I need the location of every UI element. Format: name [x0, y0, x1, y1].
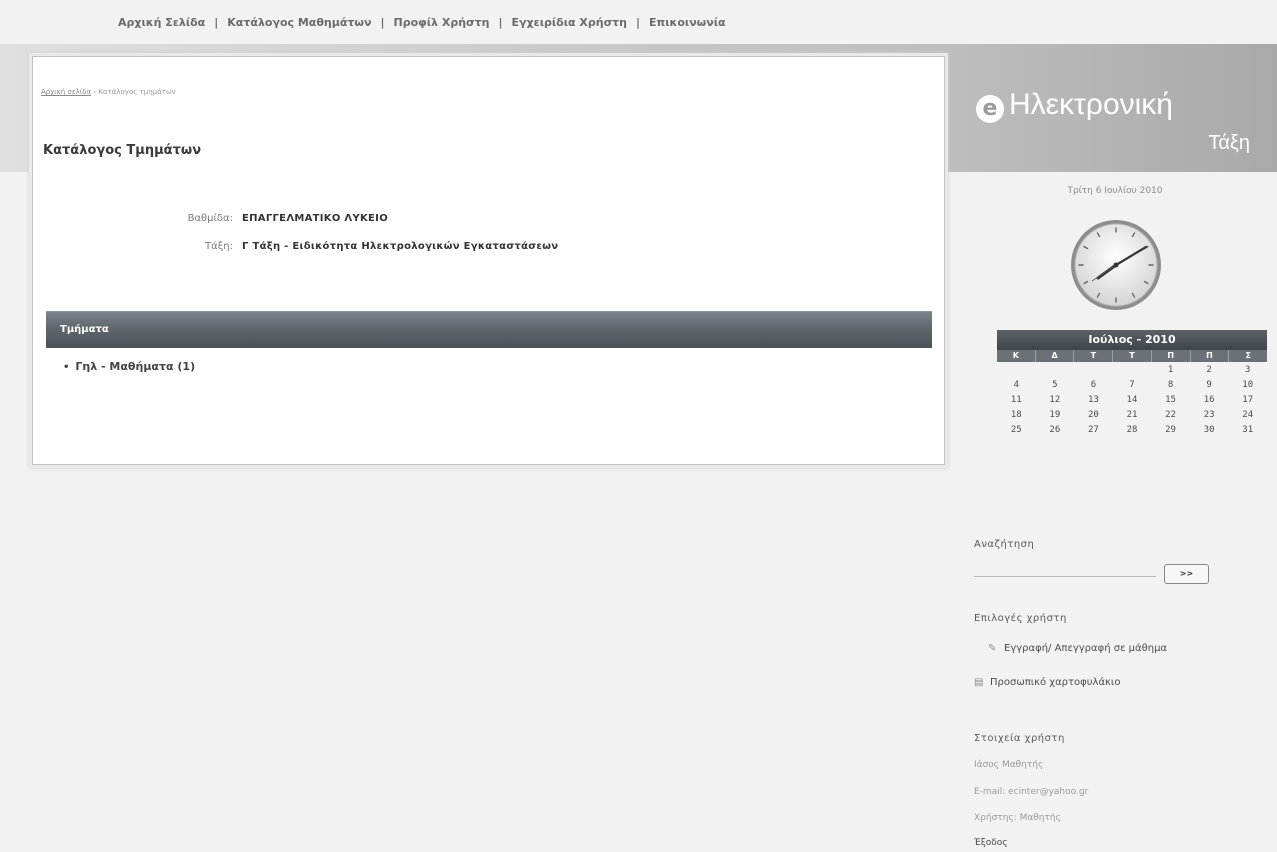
calendar-day[interactable]: 14 — [1113, 394, 1152, 407]
nav-separator: | — [498, 16, 503, 29]
grade-row: Βαθμίδα: ΕΠΑΓΓΕΛΜΑΤΙΚΟ ΛΥΚΕΙΟ — [123, 213, 388, 224]
calendar-day[interactable]: 5 — [1036, 379, 1075, 392]
calendar-day — [1074, 364, 1113, 377]
calendar-weekday: Κ — [1012, 351, 1019, 360]
page-title: Κατάλογος Τμημάτων — [43, 143, 202, 158]
calendar-day[interactable]: 19 — [1036, 409, 1075, 422]
portfolio-option[interactable]: ▤ Προσωπικό χαρτοφυλάκιο — [974, 677, 1120, 688]
search-button[interactable]: >> — [1164, 564, 1209, 584]
calendar-day[interactable]: 8 — [1151, 379, 1190, 392]
calendar-day[interactable]: 27 — [1074, 424, 1113, 437]
analog-clock-icon — [1071, 220, 1161, 310]
sections-header-bar: Τμήματα — [46, 311, 932, 348]
current-date: Τρίτη 6 Ιουλίου 2010 — [1067, 186, 1163, 196]
nav-user-profile[interactable]: Προφίλ Χρήστη — [394, 16, 490, 29]
user-details-title: Στοιχεία χρήστη — [974, 733, 1065, 744]
portfolio-option-label[interactable]: Προσωπικό χαρτοφυλάκιο — [990, 677, 1120, 688]
nav-course-catalog[interactable]: Κατάλογος Μαθημάτων — [227, 16, 371, 29]
logo-mark-icon: e — [976, 95, 1004, 123]
nav-separator: | — [380, 16, 385, 29]
calendar-day[interactable]: 9 — [1190, 379, 1229, 392]
nav-user-manuals[interactable]: Εγχειρίδια Χρήστη — [511, 16, 627, 29]
calendar-weekday: Τ — [1073, 350, 1112, 362]
sections-title: Τμήματα — [60, 324, 109, 335]
calendar-day[interactable]: 10 — [1228, 379, 1267, 392]
top-navigation: Αρχική Σελίδα | Κατάλογος Μαθημάτων | Προφίλ… — [118, 16, 726, 34]
site-logo[interactable]: e Ηλεκτρονική Τάξη — [976, 88, 1276, 162]
calendar-day[interactable]: 2 — [1190, 364, 1229, 377]
grade-value: ΕΠΑΓΓΕΛΜΑΤΙΚΟ ΛΥΚΕΙΟ — [242, 213, 388, 224]
breadcrumb-separator: › — [93, 88, 97, 96]
nav-home[interactable]: Αρχική Σελίδα — [118, 16, 205, 29]
calendar-weekday: Σ — [1228, 350, 1267, 362]
calendar-day — [997, 364, 1036, 377]
section-list-item[interactable]: • Γηλ - Μαθήματα (1) — [63, 360, 195, 373]
calendar-day[interactable]: 13 — [1074, 394, 1113, 407]
calendar-day[interactable]: 18 — [997, 409, 1036, 422]
pencil-icon: ✎ — [988, 643, 997, 654]
calendar-day[interactable]: 11 — [997, 394, 1036, 407]
calendar-month-title: Ιούλιος - 2010 — [997, 330, 1267, 350]
user-options-title: Επιλογές χρήστη — [974, 613, 1067, 624]
user-role: Χρήστης: Μαθητής — [974, 813, 1061, 823]
calendar-weekday-row: Κ Δ Τ Τ Π Π Σ — [997, 350, 1267, 362]
calendar-day[interactable]: 23 — [1190, 409, 1229, 422]
calendar-day[interactable]: 25 — [997, 424, 1036, 437]
enroll-option-label[interactable]: Εγγραφή/ Απεγγραφή σε μάθημα — [1004, 643, 1167, 654]
class-label: Τάξη: — [205, 241, 233, 252]
logo-title-line2: Τάξη — [1208, 132, 1250, 154]
calendar-day[interactable]: 17 — [1228, 394, 1267, 407]
calendar-day[interactable]: 26 — [1036, 424, 1075, 437]
calendar-day[interactable]: 1 — [1151, 364, 1190, 377]
nav-contact[interactable]: Επικοινωνία — [649, 16, 726, 29]
breadcrumb-home-link[interactable]: Αρχική σελίδα — [41, 88, 91, 96]
nav-separator: | — [214, 16, 219, 29]
calendar-day[interactable]: 7 — [1113, 379, 1152, 392]
calendar-day[interactable]: 22 — [1151, 409, 1190, 422]
calendar-day[interactable]: 30 — [1190, 424, 1229, 437]
calendar-day[interactable]: 16 — [1190, 394, 1229, 407]
search-title: Αναζήτηση — [974, 539, 1035, 550]
calendar-day[interactable]: 31 — [1228, 424, 1267, 437]
breadcrumb-current: Κατάλογος τμημάτων — [98, 88, 176, 96]
logout-link[interactable]: Έξοδος — [974, 838, 1008, 848]
section-link[interactable]: Γηλ - Μαθήματα (1) — [75, 360, 195, 373]
logo-title-line1: Ηλεκτρονική — [1009, 88, 1173, 121]
calendar-weekday: Π — [1150, 350, 1190, 362]
bullet-icon: • — [63, 362, 70, 373]
calendar-day[interactable]: 28 — [1113, 424, 1152, 437]
breadcrumb: Αρχική σελίδα › Κατάλογος τμημάτων — [41, 88, 176, 96]
calendar-weekday: Δ — [1034, 350, 1074, 362]
search-input[interactable] — [974, 559, 1156, 577]
grade-label: Βαθμίδα: — [187, 213, 233, 224]
calendar-widget: Ιούλιος - 2010 Κ Δ Τ Τ Π Π Σ 1 2 3 4 5 6 7 8 9 10… — [997, 330, 1267, 437]
class-value: Γ Τάξη - Ειδικότητα Ηλεκτρολογικών Εγκατ… — [242, 241, 559, 252]
user-name: Ιάσος Μαθητής — [974, 760, 1044, 770]
calendar-day[interactable]: 21 — [1113, 409, 1152, 422]
calendar-day[interactable]: 3 — [1228, 364, 1267, 377]
calendar-day — [1113, 364, 1152, 377]
calendar-day[interactable]: 20 — [1074, 409, 1113, 422]
calendar-day[interactable]: 15 — [1151, 394, 1190, 407]
user-email: E-mail: ecinter@yahoo.gr — [974, 787, 1089, 797]
calendar-days-grid: 1 2 3 4 5 6 7 8 9 10 11 12 13 14 15 16 17 18 19 20 21 22 23 24 2… — [997, 364, 1267, 437]
calendar-day[interactable]: 24 — [1228, 409, 1267, 422]
calendar-day[interactable]: 12 — [1036, 394, 1075, 407]
calendar-weekday: Τ — [1112, 350, 1151, 362]
calendar-day[interactable]: 29 — [1151, 424, 1190, 437]
calendar-weekday: Π — [1189, 350, 1229, 362]
class-row: Τάξη: Γ Τάξη - Ειδικότητα Ηλεκτρολογικών … — [123, 241, 558, 252]
calendar-day — [1036, 364, 1075, 377]
folder-icon: ▤ — [974, 677, 984, 688]
main-panel: Αρχική σελίδα › Κατάλογος τμημάτων Κατάλ… — [32, 56, 945, 465]
calendar-day[interactable]: 6 — [1074, 379, 1113, 392]
enroll-option[interactable]: ✎ Εγγραφή/ Απεγγραφή σε μάθημα — [988, 643, 1167, 654]
calendar-day[interactable]: 4 — [997, 379, 1036, 392]
nav-separator: | — [636, 16, 641, 29]
